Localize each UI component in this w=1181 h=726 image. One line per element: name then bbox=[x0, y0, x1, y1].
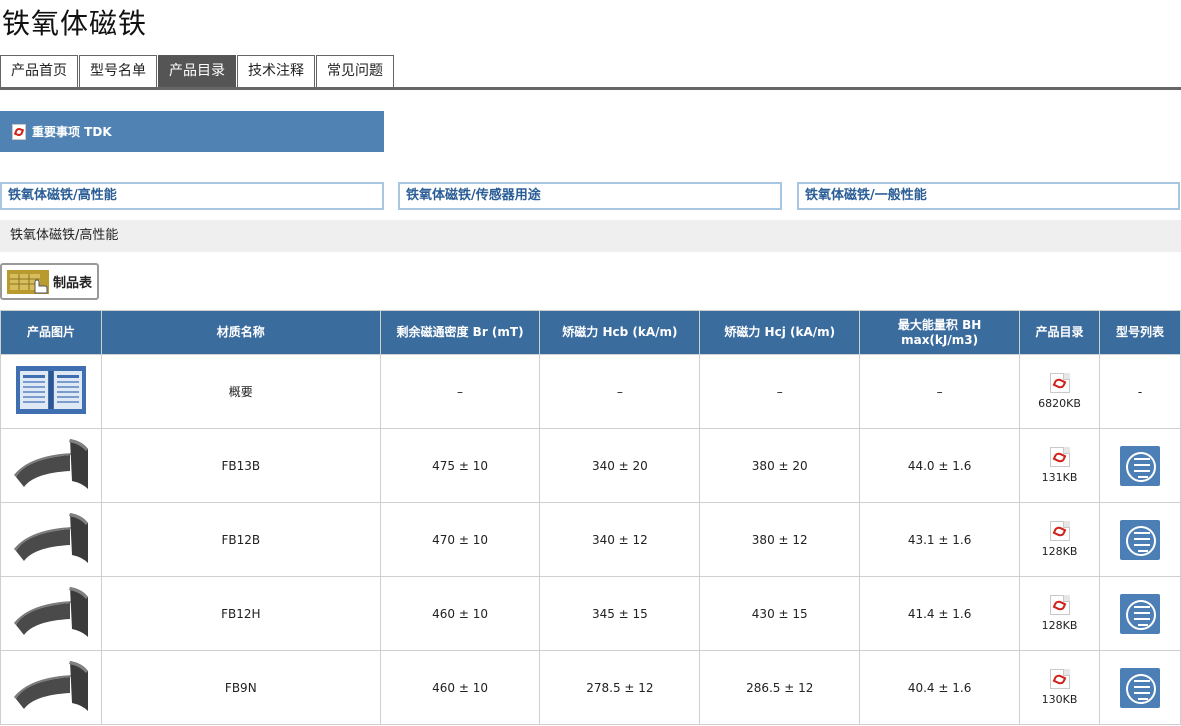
pdf-icon bbox=[12, 123, 26, 140]
tab-divider bbox=[0, 87, 1181, 90]
catalog-size[interactable]: 128KB bbox=[1020, 545, 1099, 558]
hcj-cell: 380 ± 20 bbox=[699, 428, 861, 503]
header-product-image: 产品图片 bbox=[0, 310, 102, 355]
header-hcb: 矫磁力 Hcb (kA/m) bbox=[539, 310, 701, 355]
table-row: 概要 – – – – 6820KB - bbox=[0, 354, 1181, 429]
header-model-list: 型号列表 bbox=[1098, 310, 1181, 355]
pdf-icon[interactable] bbox=[1049, 373, 1070, 393]
page-title: 铁氧体磁铁 bbox=[2, 7, 148, 40]
br-cell: 460 ± 10 bbox=[379, 576, 541, 651]
catalog-cell[interactable]: 130KB bbox=[1019, 650, 1100, 725]
hcb-cell: 340 ± 12 bbox=[539, 502, 701, 577]
arc-magnet-image[interactable] bbox=[12, 511, 90, 565]
section-heading: 铁氧体磁铁/高性能 bbox=[0, 220, 1181, 252]
important-notice-link[interactable]: 重要事项 TDK bbox=[0, 111, 384, 152]
product-image-cell bbox=[0, 354, 102, 429]
pdf-icon[interactable] bbox=[1049, 669, 1070, 689]
hcb-cell: 278.5 ± 12 bbox=[539, 650, 701, 725]
table-row: FB12H 460 ± 10 345 ± 15 430 ± 15 41.4 ± … bbox=[0, 576, 1181, 651]
product-table-button[interactable]: 制品表 bbox=[0, 263, 99, 300]
bhmax-cell: 43.1 ± 1.6 bbox=[859, 502, 1021, 577]
catalog-size[interactable]: 131KB bbox=[1020, 471, 1099, 484]
model-list-icon[interactable] bbox=[1119, 445, 1160, 486]
important-notice-label: 重要事项 TDK bbox=[32, 125, 112, 139]
hcj-cell: 286.5 ± 12 bbox=[699, 650, 861, 725]
category-link-high-performance[interactable]: 铁氧体磁铁/高性能 bbox=[0, 182, 384, 210]
header-br: 剩余磁通密度 Br (mT) bbox=[379, 310, 541, 355]
arc-magnet-image[interactable] bbox=[12, 437, 90, 491]
model-list-cell bbox=[1098, 576, 1181, 651]
catalog-overview-image[interactable] bbox=[15, 366, 86, 414]
category-link-general[interactable]: 铁氧体磁铁/一般性能 bbox=[797, 182, 1180, 210]
model-list-icon[interactable] bbox=[1119, 667, 1160, 708]
model-list-cell bbox=[1098, 428, 1181, 503]
hcb-cell: – bbox=[539, 354, 701, 429]
material-name-cell: FB12B bbox=[100, 502, 381, 577]
model-list-cell: - bbox=[1098, 354, 1181, 429]
catalog-cell[interactable]: 6820KB bbox=[1019, 354, 1100, 429]
table-row: FB9N 460 ± 10 278.5 ± 12 286.5 ± 12 40.4… bbox=[0, 650, 1181, 725]
hcb-cell: 340 ± 20 bbox=[539, 428, 701, 503]
table-row: FB13B 475 ± 10 340 ± 20 380 ± 20 44.0 ± … bbox=[0, 428, 1181, 503]
bhmax-cell: – bbox=[859, 354, 1021, 429]
product-image-cell bbox=[0, 650, 102, 725]
hcj-cell: 380 ± 12 bbox=[699, 502, 861, 577]
pdf-icon[interactable] bbox=[1049, 521, 1070, 541]
material-name-cell: 概要 bbox=[100, 354, 381, 429]
bhmax-cell: 41.4 ± 1.6 bbox=[859, 576, 1021, 651]
catalog-cell[interactable]: 128KB bbox=[1019, 576, 1100, 651]
product-image-cell bbox=[0, 576, 102, 651]
catalog-size[interactable]: 130KB bbox=[1020, 693, 1099, 706]
model-list-cell bbox=[1098, 650, 1181, 725]
tab-faq[interactable]: 常见问题 bbox=[316, 55, 394, 87]
catalog-size[interactable]: 128KB bbox=[1020, 619, 1099, 632]
header-catalog: 产品目录 bbox=[1019, 310, 1100, 355]
table-row: FB12B 470 ± 10 340 ± 12 380 ± 12 43.1 ± … bbox=[0, 502, 1181, 577]
tab-technical-notes[interactable]: 技术注释 bbox=[237, 55, 315, 87]
tab-product-catalog[interactable]: 产品目录 bbox=[158, 55, 236, 87]
br-cell: 470 ± 10 bbox=[379, 502, 541, 577]
hcj-cell: 430 ± 15 bbox=[699, 576, 861, 651]
header-bhmax-line2: max(kJ/m3) bbox=[901, 332, 979, 347]
product-table: 产品图片 材质名称 剩余磁通密度 Br (mT) 矫磁力 Hcb (kA/m) … bbox=[0, 310, 1181, 725]
header-hcj: 矫磁力 Hcj (kA/m) bbox=[699, 310, 861, 355]
model-list-icon[interactable] bbox=[1119, 593, 1160, 634]
bhmax-cell: 44.0 ± 1.6 bbox=[859, 428, 1021, 503]
product-table-hand-icon bbox=[7, 269, 49, 294]
product-table-label: 制品表 bbox=[53, 276, 93, 291]
model-list-icon[interactable] bbox=[1119, 519, 1160, 560]
category-link-sensor[interactable]: 铁氧体磁铁/传感器用途 bbox=[398, 182, 782, 210]
product-image-cell bbox=[0, 502, 102, 577]
model-list-cell bbox=[1098, 502, 1181, 577]
material-name-cell: FB12H bbox=[100, 576, 381, 651]
table-header-row: 产品图片 材质名称 剩余磁通密度 Br (mT) 矫磁力 Hcb (kA/m) … bbox=[0, 310, 1181, 355]
catalog-cell[interactable]: 128KB bbox=[1019, 502, 1100, 577]
header-bhmax: 最大能量积 BH max(kJ/m3) bbox=[859, 310, 1021, 355]
hcb-cell: 345 ± 15 bbox=[539, 576, 701, 651]
tab-model-list[interactable]: 型号名单 bbox=[79, 55, 157, 87]
pdf-icon[interactable] bbox=[1049, 447, 1070, 467]
catalog-size[interactable]: 6820KB bbox=[1020, 397, 1099, 410]
arc-magnet-image[interactable] bbox=[12, 585, 90, 639]
tab-bar: 产品首页 型号名单 产品目录 技术注释 常见问题 bbox=[0, 55, 395, 87]
header-bhmax-line1: 最大能量积 BH bbox=[897, 317, 982, 332]
header-material-name: 材质名称 bbox=[100, 310, 381, 355]
material-name-cell: FB13B bbox=[100, 428, 381, 503]
tab-product-home[interactable]: 产品首页 bbox=[0, 55, 78, 87]
product-image-cell bbox=[0, 428, 102, 503]
material-name-cell: FB9N bbox=[100, 650, 381, 725]
catalog-cell[interactable]: 131KB bbox=[1019, 428, 1100, 503]
bhmax-cell: 40.4 ± 1.6 bbox=[859, 650, 1021, 725]
br-cell: – bbox=[379, 354, 541, 429]
pdf-icon[interactable] bbox=[1049, 595, 1070, 615]
br-cell: 475 ± 10 bbox=[379, 428, 541, 503]
br-cell: 460 ± 10 bbox=[379, 650, 541, 725]
hcj-cell: – bbox=[699, 354, 861, 429]
arc-magnet-image[interactable] bbox=[12, 659, 90, 713]
